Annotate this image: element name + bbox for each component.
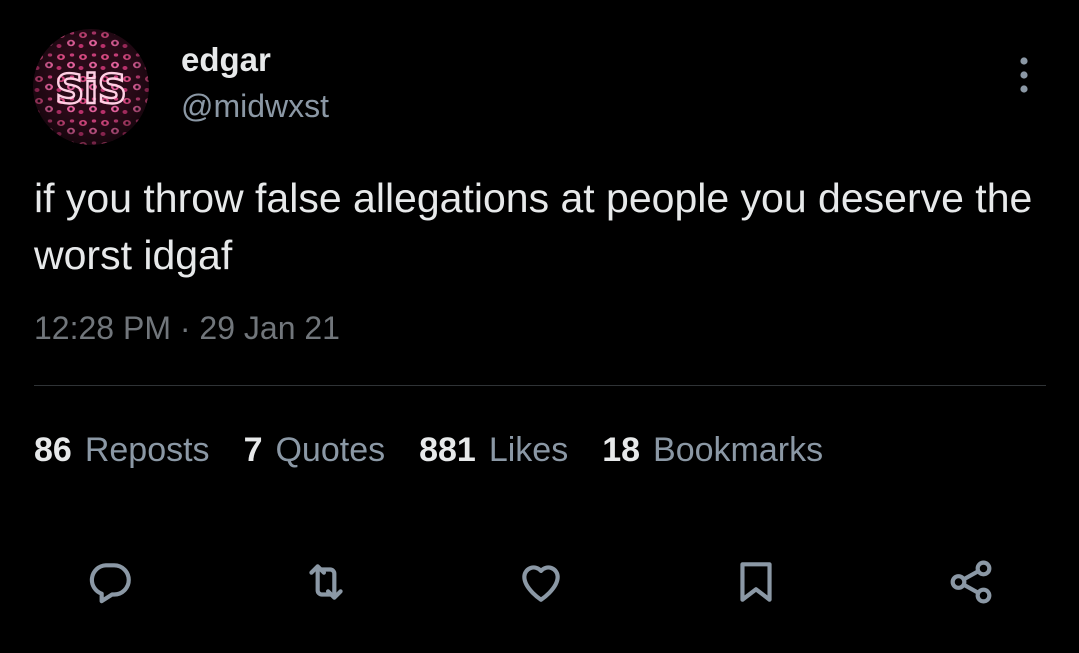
more-vertical-icon — [1020, 57, 1028, 93]
bookmark-button[interactable] — [728, 554, 784, 610]
stat-bookmarks[interactable]: 18 Bookmarks — [602, 428, 823, 472]
divider — [34, 385, 1046, 386]
tweet-timestamp[interactable]: 12:28 PM · 29 Jan 21 — [34, 308, 340, 348]
stat-quotes[interactable]: 7 Quotes — [244, 428, 386, 472]
stat-reposts[interactable]: 86 Reposts — [34, 428, 210, 472]
stat-likes[interactable]: 881 Likes — [419, 428, 568, 472]
stat-label: Quotes — [275, 431, 386, 469]
avatar[interactable]: SiS — [33, 29, 149, 145]
reply-icon — [89, 563, 131, 604]
reply-button[interactable] — [82, 554, 138, 610]
stat-count: 18 — [602, 431, 641, 469]
stat-count: 86 — [34, 431, 72, 469]
more-options-button[interactable] — [1005, 52, 1043, 98]
stat-label: Reposts — [84, 431, 210, 469]
engagement-stats: 86 Reposts 7 Quotes 881 Likes 18 Bookmar… — [34, 428, 823, 472]
display-name[interactable]: edgar — [181, 40, 271, 80]
tweet-text: if you throw false allegations at people… — [34, 175, 1033, 278]
like-button[interactable] — [513, 554, 569, 610]
stat-count: 881 — [419, 431, 476, 469]
repost-button[interactable] — [298, 554, 354, 610]
tweet-detail: SiS edgar @midwxst if you throw false al… — [0, 0, 1079, 653]
share-button[interactable] — [943, 554, 999, 610]
handle[interactable]: @midwxst — [181, 86, 329, 126]
share-icon — [950, 560, 992, 604]
stat-label: Likes — [488, 431, 569, 469]
stat-label: Bookmarks — [653, 431, 824, 469]
repost-icon — [309, 564, 343, 600]
avatar-image: SiS — [33, 29, 149, 145]
heart-icon — [522, 565, 560, 602]
avatar-logo-text: SiS — [55, 67, 126, 113]
stat-count: 7 — [243, 431, 263, 469]
bookmark-icon — [740, 562, 772, 602]
